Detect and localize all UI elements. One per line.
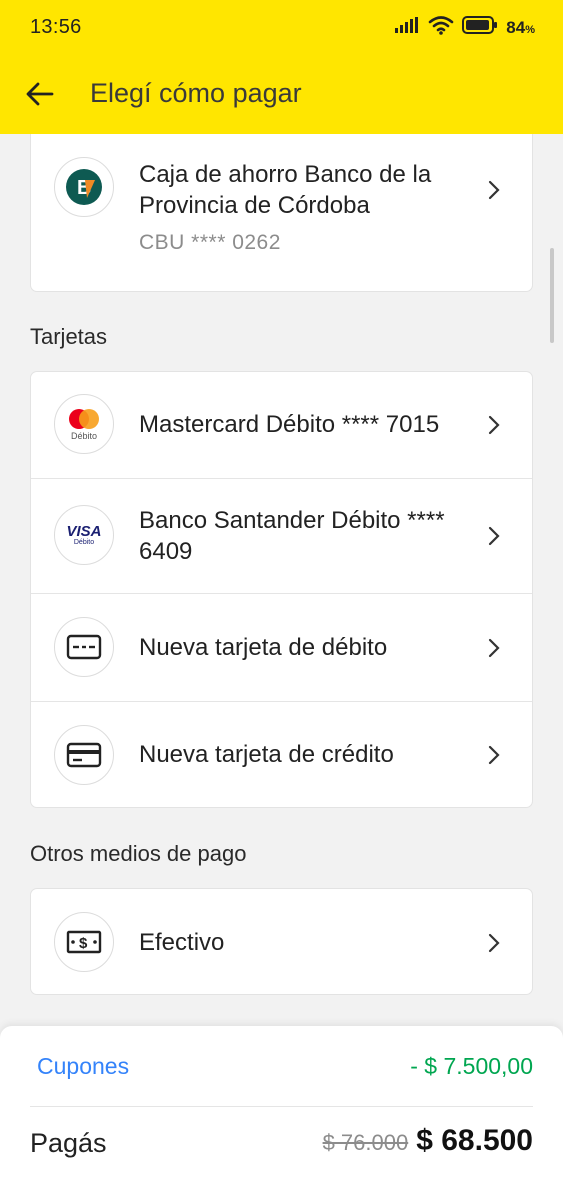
cash-option[interactable]: $ Efectivo (31, 889, 532, 996)
status-time: 13:56 (30, 16, 82, 38)
bank-account-card: B Caja de ahorro Banco de la Provincia d… (30, 134, 533, 292)
back-button[interactable] (20, 76, 60, 112)
visa-santander-debit-option[interactable]: VISA Débito Banco Santander Débito **** … (31, 479, 532, 593)
chevron-right-icon (486, 637, 502, 659)
other-methods-list: $ Efectivo (30, 888, 533, 995)
new-credit-card-label: Nueva tarjeta de crédito (139, 741, 394, 768)
visa-debit-badge: Débito (73, 538, 95, 546)
section-title-cards: Tarjetas (30, 324, 108, 349)
bancor-logo-icon: B (66, 169, 102, 205)
cash-label: Efectivo (139, 929, 225, 956)
bank-account-name: Caja de ahorro Banco de la Provincia de … (139, 161, 432, 219)
cash-icon-circle: $ (54, 912, 114, 972)
mastercard-debit-option[interactable]: Débito Mastercard Débito **** 7015 (31, 372, 532, 478)
total-label: Pagás (30, 1128, 107, 1158)
credit-card-icon-circle (54, 725, 114, 785)
credit-card-icon (66, 742, 102, 768)
scrollbar[interactable] (550, 248, 554, 343)
mastercard-debit-label: Mastercard Débito **** 7015 (139, 411, 440, 438)
total-prices: $ 76.000 $ 68.500 (323, 1124, 533, 1158)
debit-card-icon-circle (54, 617, 114, 677)
battery-percentage: 84% (506, 17, 535, 37)
page-title: Elegí cómo pagar (90, 78, 302, 108)
new-credit-card-option[interactable]: Nueva tarjeta de crédito (31, 702, 532, 809)
section-title-other-methods: Otros medios de pago (30, 841, 247, 866)
signal-icon (394, 17, 420, 38)
coupons-link[interactable]: Cupones (37, 1053, 129, 1080)
mastercard-debit-badge: Débito (70, 430, 97, 441)
app-bar: Elegí cómo pagar (0, 56, 563, 134)
wifi-icon (428, 15, 454, 40)
debit-card-icon (66, 634, 102, 660)
chevron-right-icon (486, 744, 502, 766)
coupons-discount: - $ 7.500,00 (410, 1053, 533, 1079)
payment-methods-list[interactable]: B Caja de ahorro Banco de la Provincia d… (0, 134, 563, 1026)
bank-account-option[interactable]: B Caja de ahorro Banco de la Provincia d… (31, 135, 532, 293)
final-price: $ 68.500 (416, 1124, 533, 1157)
cards-list: Débito Mastercard Débito **** 7015 VISA … (30, 371, 533, 808)
battery-icon (462, 16, 498, 39)
original-price: $ 76.000 (322, 1130, 409, 1155)
bank-account-cbu: CBU **** 0262 (139, 231, 281, 254)
visa-logo: VISA Débito (54, 505, 114, 565)
new-debit-card-label: Nueva tarjeta de débito (139, 634, 388, 661)
svg-text:$: $ (79, 935, 88, 952)
status-bar: 13:56 84% (0, 0, 563, 56)
chevron-right-icon (486, 525, 502, 547)
new-debit-card-option[interactable]: Nueva tarjeta de débito (31, 594, 532, 701)
divider (30, 1106, 533, 1107)
visa-santander-debit-label: Banco Santander Débito **** 6409 (139, 507, 445, 565)
status-icons: 84% (394, 15, 535, 40)
mastercard-logo: Débito (54, 394, 114, 454)
visa-icon: VISA (66, 522, 102, 540)
chevron-right-icon (486, 414, 502, 436)
mastercard-icon (69, 408, 99, 429)
chevron-right-icon (486, 179, 502, 201)
cash-icon: $ (66, 930, 102, 954)
chevron-right-icon (486, 932, 502, 954)
payment-summary: Cupones - $ 7.500,00 Pagás $ 76.000 $ 68… (0, 1026, 563, 1200)
arrow-left-icon (26, 82, 54, 106)
bank-logo: B (54, 157, 114, 217)
